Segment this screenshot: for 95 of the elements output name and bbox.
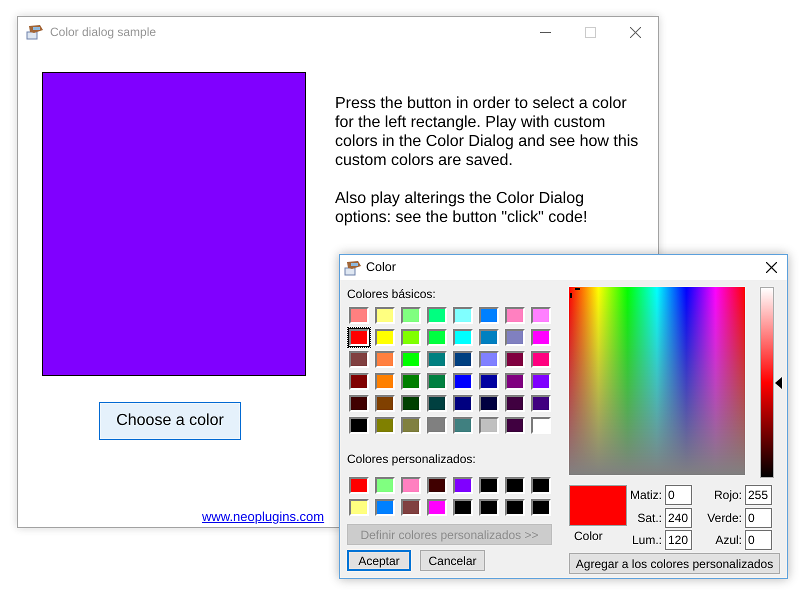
field-label: Matiz:: [628, 487, 663, 504]
color-swatch[interactable]: [425, 415, 449, 436]
color-swatch[interactable]: [347, 305, 371, 326]
color-swatch[interactable]: [425, 349, 449, 370]
field-label: Lum.:: [630, 532, 663, 549]
maximize-icon: [585, 26, 596, 38]
app-icon: [344, 260, 362, 276]
app-icon: [26, 24, 44, 40]
color-swatch[interactable]: [529, 393, 553, 414]
color-swatch[interactable]: [477, 305, 501, 326]
custom-colors-label: Colores personalizados:: [347, 452, 477, 467]
color-swatch[interactable]: [529, 497, 553, 518]
input-field[interactable]: 0: [745, 508, 772, 528]
accept-button[interactable]: Aceptar: [347, 550, 411, 571]
color-swatch[interactable]: [373, 393, 397, 414]
color-swatch[interactable]: [503, 497, 527, 518]
color-swatch[interactable]: [503, 475, 527, 496]
close-icon: [630, 26, 641, 38]
color-swatch[interactable]: [529, 475, 553, 496]
color-swatch[interactable]: [451, 393, 475, 414]
cancel-button[interactable]: Cancelar: [420, 550, 485, 571]
color-swatch[interactable]: [425, 327, 449, 348]
color-swatch[interactable]: [425, 393, 449, 414]
color-swatch[interactable]: [477, 327, 501, 348]
color-swatch[interactable]: [373, 305, 397, 326]
color-swatch[interactable]: [503, 349, 527, 370]
color-preview-label: Color: [574, 529, 604, 543]
color-swatch[interactable]: [425, 497, 449, 518]
color-swatch[interactable]: [347, 415, 371, 436]
input-field[interactable]: 255: [745, 485, 772, 505]
color-swatch[interactable]: [425, 305, 449, 326]
color-swatch[interactable]: [451, 497, 475, 518]
color-swatch[interactable]: [503, 305, 527, 326]
luminance-arrow-icon[interactable]: [775, 376, 782, 388]
field-label: Verde:: [706, 510, 743, 526]
color-swatch[interactable]: [451, 475, 475, 496]
color-swatch[interactable]: [451, 349, 475, 370]
color-swatch[interactable]: [399, 305, 423, 326]
color-swatch[interactable]: [399, 497, 423, 518]
color-swatch[interactable]: [425, 371, 449, 392]
color-swatch[interactable]: [425, 475, 449, 496]
window-title: Color dialog sample: [50, 24, 156, 41]
color-swatch[interactable]: [347, 371, 371, 392]
field-label: Sat.:: [636, 510, 663, 526]
instruction-text: Press the button in order to select a color for the left rectangle. Play with custom colors in the Color Dialog and see how this custom colors are saved.: [335, 94, 640, 170]
input-field[interactable]: 0: [745, 530, 772, 550]
color-swatch[interactable]: [477, 349, 501, 370]
color-swatch[interactable]: [373, 371, 397, 392]
field-label: Rojo:: [712, 487, 743, 504]
color-swatch[interactable]: [347, 497, 371, 518]
color-swatch[interactable]: [347, 349, 371, 370]
input-field[interactable]: 0: [665, 485, 692, 505]
color-swatch[interactable]: [399, 371, 423, 392]
basic-colors-label: Colores básicos:: [347, 287, 437, 302]
color-swatch[interactable]: [373, 497, 397, 518]
color-swatch[interactable]: [477, 371, 501, 392]
color-spectrum[interactable]: [569, 287, 745, 475]
color-swatch[interactable]: [477, 497, 501, 518]
color-swatch[interactable]: [503, 393, 527, 414]
color-swatch[interactable]: [529, 415, 553, 436]
color-swatch[interactable]: [399, 393, 423, 414]
color-swatch[interactable]: [529, 349, 553, 370]
close-icon: [766, 262, 776, 273]
color-swatch[interactable]: [347, 393, 371, 414]
color-swatch[interactable]: [399, 475, 423, 496]
color-swatch[interactable]: [451, 327, 475, 348]
color-swatch[interactable]: [451, 415, 475, 436]
website-link[interactable]: www.neoplugins.com: [202, 507, 324, 526]
color-swatch[interactable]: [373, 475, 397, 496]
color-swatch[interactable]: [477, 415, 501, 436]
color-swatch[interactable]: [503, 371, 527, 392]
color-swatch[interactable]: [451, 305, 475, 326]
input-field[interactable]: 120: [665, 530, 692, 550]
instruction-text: Also play alterings the Color Dialog options: see the button "click" code!: [335, 189, 588, 227]
color-swatch[interactable]: [529, 327, 553, 348]
color-swatch[interactable]: [503, 415, 527, 436]
color-swatch[interactable]: [477, 393, 501, 414]
color-swatch[interactable]: [503, 327, 527, 348]
choose-color-button[interactable]: Choose a color: [99, 402, 241, 440]
color-swatch[interactable]: [373, 349, 397, 370]
color-swatch[interactable]: [529, 305, 553, 326]
color-swatch[interactable]: [373, 415, 397, 436]
color-swatch[interactable]: [451, 371, 475, 392]
color-swatch[interactable]: [347, 327, 371, 348]
color-swatch[interactable]: [373, 327, 397, 348]
input-field[interactable]: 240: [665, 508, 692, 528]
add-custom-color-button[interactable]: Agregar a los colores personalizados: [569, 553, 780, 574]
color-swatch[interactable]: [399, 327, 423, 348]
color-swatch[interactable]: [347, 475, 371, 496]
color-swatch[interactable]: [399, 349, 423, 370]
color-swatch[interactable]: [477, 475, 501, 496]
field-label: Azul:: [714, 532, 743, 549]
dialog-title: Color: [366, 259, 396, 276]
color-swatch[interactable]: [529, 371, 553, 392]
color-swatch[interactable]: [399, 415, 423, 436]
